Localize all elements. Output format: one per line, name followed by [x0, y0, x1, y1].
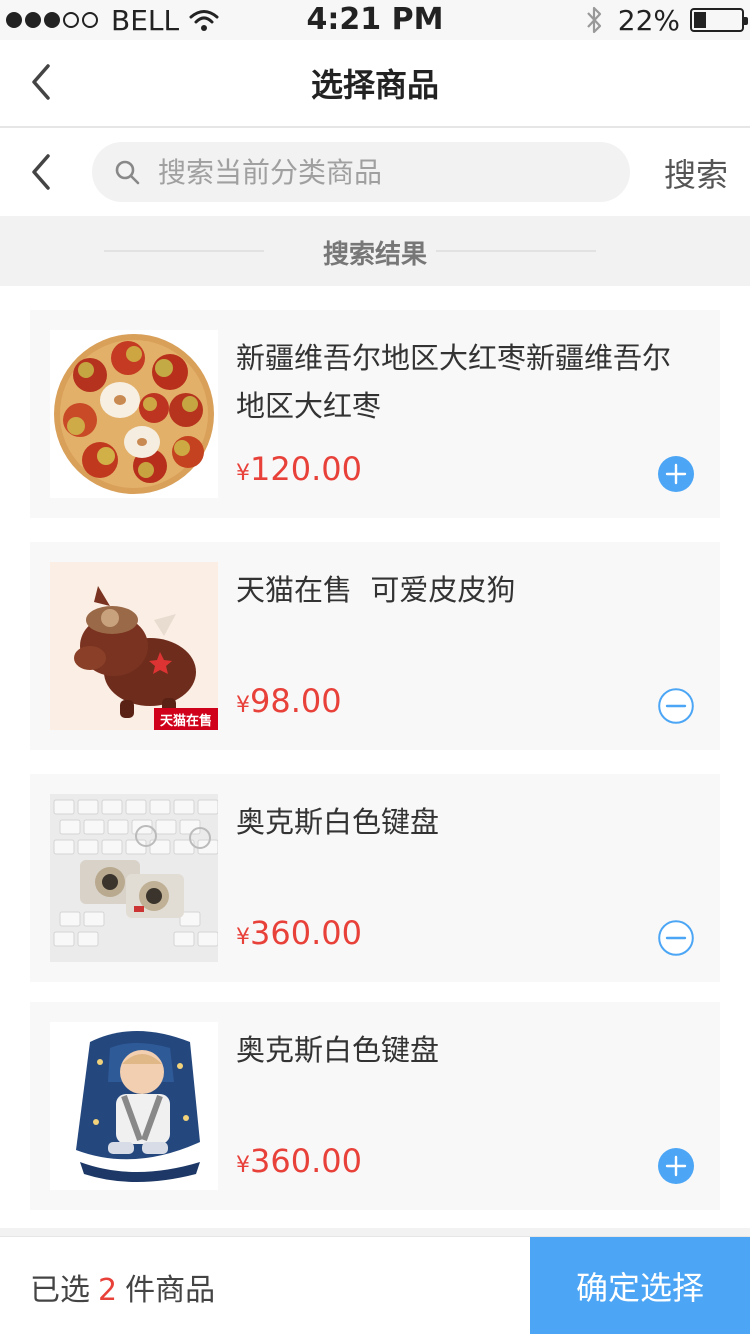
price-value: 360.00	[250, 914, 362, 952]
product-price: ¥120.00	[236, 450, 362, 488]
search-input[interactable]	[158, 155, 598, 189]
product-name: 奥克斯白色键盘	[236, 1033, 440, 1067]
baby-car-seat-image	[50, 1022, 218, 1190]
bluetooth-icon	[586, 6, 601, 34]
battery-percent: 22%	[617, 3, 680, 37]
currency-symbol: ¥	[236, 1153, 250, 1178]
product-price: ¥98.00	[236, 682, 342, 720]
product-card[interactable]: 新疆维吾尔地区大红枣新疆维吾尔地区大红枣 ¥120.00	[30, 310, 720, 518]
plush-toy-image: 天猫在售	[50, 562, 218, 730]
results-title: 搜索结果	[322, 240, 427, 270]
navigation-bar: 选择商品	[0, 40, 750, 128]
remove-icon[interactable]	[658, 920, 694, 956]
selection-count: 2	[98, 1273, 118, 1308]
status-bar: BELL 4:21 PM 22%	[0, 0, 750, 40]
product-name: 天猫在售 可爱皮皮狗	[236, 573, 516, 607]
search-icon	[115, 160, 140, 185]
currency-symbol: ¥	[236, 925, 250, 950]
product-name: 奥克斯白色键盘	[236, 805, 440, 839]
price-value: 360.00	[250, 1142, 362, 1180]
divider	[436, 250, 596, 252]
product-price: ¥360.00	[236, 914, 362, 952]
product-card[interactable]: 天猫在售 天猫在售 可爱皮皮狗 ¥98.00	[30, 542, 720, 750]
red-dates-image	[50, 330, 218, 498]
tmall-badge: 天猫在售	[154, 708, 218, 730]
camera-keychain-image	[50, 794, 218, 962]
product-card[interactable]: 奥克斯白色键盘 ¥360.00	[30, 774, 720, 982]
price-value: 120.00	[250, 450, 362, 488]
currency-symbol: ¥	[236, 693, 250, 718]
status-right: 22%	[584, 3, 748, 37]
add-icon[interactable]	[658, 1148, 694, 1184]
search-box[interactable]	[92, 142, 630, 202]
search-bar: 搜索	[0, 130, 750, 216]
bottom-bar: 已选 2 件商品 确定选择	[0, 1236, 750, 1334]
battery-icon	[690, 8, 748, 32]
price-value: 98.00	[250, 682, 342, 720]
confirm-selection-button[interactable]: 确定选择	[530, 1237, 750, 1334]
selection-prefix: 已选	[30, 1273, 90, 1308]
page-title: 选择商品	[310, 66, 439, 104]
bottom-separator	[0, 1228, 750, 1236]
remove-icon[interactable]	[658, 688, 694, 724]
currency-symbol: ¥	[236, 461, 250, 486]
search-back-icon[interactable]	[26, 152, 56, 192]
selection-suffix: 件商品	[125, 1273, 216, 1308]
product-name: 新疆维吾尔地区大红枣新疆维吾尔地区大红枣	[236, 341, 672, 423]
results-header: 搜索结果	[0, 216, 750, 286]
search-button[interactable]: 搜索	[664, 150, 728, 196]
selection-summary: 已选 2 件商品	[30, 1265, 215, 1309]
add-icon[interactable]	[658, 456, 694, 492]
product-list: 新疆维吾尔地区大红枣新疆维吾尔地区大红枣 ¥120.00 天猫在售 天猫在售 可…	[0, 286, 750, 1228]
product-price: ¥360.00	[236, 1142, 362, 1180]
product-card[interactable]: 奥克斯白色键盘 ¥360.00	[30, 1002, 720, 1210]
